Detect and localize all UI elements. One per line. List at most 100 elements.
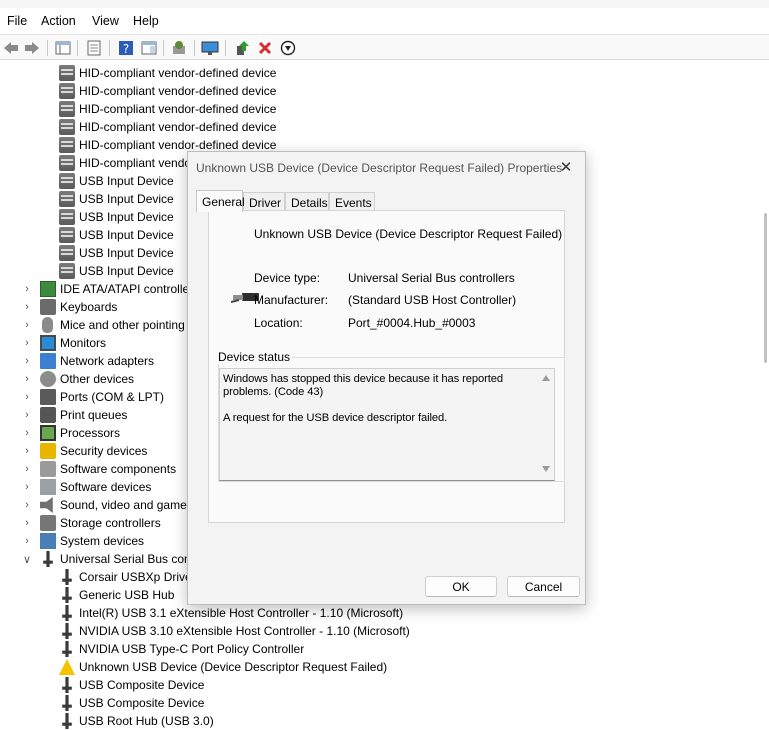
- chevron-right-icon[interactable]: ›: [22, 532, 32, 550]
- chevron-right-icon[interactable]: ›: [22, 514, 32, 532]
- menu-view[interactable]: View: [92, 14, 119, 28]
- usb-icon: [62, 569, 72, 585]
- ok-button[interactable]: OK: [425, 576, 497, 597]
- tree-item-hid-device[interactable]: USB Input Device: [59, 262, 174, 280]
- tree-item-hid-device[interactable]: HID-compliant vendor-defined device: [59, 100, 276, 118]
- tree-category-other-devices[interactable]: › Other devices: [25, 370, 134, 388]
- tree-item-label: HID-compliant vendor-defined device: [79, 120, 277, 134]
- tree-item-usb-device[interactable]: USB Root Hub (USB 3.0): [59, 712, 214, 730]
- toolbar-separator: [109, 40, 110, 56]
- scroll-up-icon[interactable]: [542, 375, 550, 381]
- back-icon[interactable]: [2, 39, 20, 57]
- tab-general[interactable]: General: [196, 190, 245, 212]
- print-queues-icon: [40, 407, 56, 423]
- action-pane-icon[interactable]: [140, 39, 158, 57]
- status-scrollbar[interactable]: [539, 370, 553, 479]
- menu-help[interactable]: Help: [133, 14, 159, 28]
- tree-category-system-devices[interactable]: › System devices: [25, 532, 144, 550]
- toolbar-separator: [163, 40, 164, 56]
- tree-item-hid-device[interactable]: HID-compliant vendor-defined device: [59, 64, 276, 82]
- monitor-icon[interactable]: [201, 39, 219, 57]
- tree-item-usb-device[interactable]: Intel(R) USB 3.1 eXtensible Host Control…: [59, 604, 403, 622]
- chevron-right-icon[interactable]: ›: [22, 442, 32, 460]
- close-icon[interactable]: ✕: [555, 157, 577, 177]
- device-status-label: Device status: [216, 350, 293, 364]
- show-hide-tree-icon[interactable]: [54, 39, 72, 57]
- hid-device-icon: [59, 119, 75, 135]
- tab-events[interactable]: Events: [329, 192, 375, 212]
- usb-icon: [62, 623, 72, 639]
- chevron-right-icon[interactable]: ›: [22, 334, 32, 352]
- device-type-value: Universal Serial Bus controllers: [348, 271, 515, 285]
- chevron-right-icon[interactable]: ›: [22, 406, 32, 424]
- forward-icon[interactable]: [23, 39, 41, 57]
- tree-scrollbar[interactable]: [760, 61, 769, 718]
- properties-icon[interactable]: [85, 39, 103, 57]
- scan-hardware-icon[interactable]: [170, 39, 188, 57]
- chevron-right-icon[interactable]: ›: [22, 370, 32, 388]
- hid-device-icon: [59, 245, 75, 261]
- tree-item-hid-device[interactable]: HID-compliant vendor-defined device: [59, 118, 276, 136]
- tree-item-label: USB Input Device: [79, 228, 174, 242]
- chevron-right-icon[interactable]: ›: [22, 316, 32, 334]
- status-message-code: Windows has stopped this device because …: [223, 373, 503, 398]
- tab-details[interactable]: Details: [285, 192, 329, 212]
- tree-item-usb-device[interactable]: Generic USB Hub: [59, 586, 174, 604]
- tree-item-hid-device[interactable]: USB Input Device: [59, 226, 174, 244]
- tree-category-processors[interactable]: › Processors: [25, 424, 120, 442]
- tree-item-hid-device[interactable]: USB Input Device: [59, 208, 174, 226]
- ide-icon: [40, 281, 56, 297]
- chevron-right-icon[interactable]: ›: [22, 388, 32, 406]
- tree-category-storage-controllers[interactable]: › Storage controllers: [25, 514, 161, 532]
- update-driver-icon[interactable]: [233, 39, 251, 57]
- tree-category-ide[interactable]: › IDE ATA/ATAPI controllers: [25, 280, 199, 298]
- device-status-textbox[interactable]: Windows has stopped this device because …: [219, 368, 555, 481]
- tree-item-usb-device[interactable]: USB Composite Device: [59, 694, 204, 712]
- tree-item-hid-device[interactable]: USB Input Device: [59, 244, 174, 262]
- tree-item-hid-device[interactable]: USB Input Device: [59, 172, 174, 190]
- chevron-down-icon[interactable]: ∨: [22, 550, 32, 568]
- chevron-right-icon[interactable]: ›: [22, 280, 32, 298]
- chevron-right-icon[interactable]: ›: [22, 424, 32, 442]
- uninstall-icon[interactable]: [256, 39, 274, 57]
- tree-category-keyboards[interactable]: › Keyboards: [25, 298, 117, 316]
- tree-item-hid-device[interactable]: USB Input Device: [59, 190, 174, 208]
- tree-item-usb-device[interactable]: NVIDIA USB Type-C Port Policy Controller: [59, 640, 304, 658]
- disable-icon[interactable]: [279, 39, 297, 57]
- tree-category-software-devices[interactable]: › Software devices: [25, 478, 151, 496]
- tree-scroll-thumb[interactable]: [764, 213, 767, 363]
- hid-device-icon: [59, 137, 75, 153]
- chevron-right-icon[interactable]: ›: [22, 496, 32, 514]
- hid-device-icon: [59, 263, 75, 279]
- tree-item-usb-device[interactable]: NVIDIA USB 3.10 eXtensible Host Controll…: [59, 622, 410, 640]
- tree-item-label: HID-compliant vendor-defined device: [79, 84, 277, 98]
- chevron-right-icon[interactable]: ›: [22, 460, 32, 478]
- tree-item-label: USB Input Device: [79, 192, 174, 206]
- tree-category-security-devices[interactable]: › Security devices: [25, 442, 147, 460]
- tree-category-print-queues[interactable]: › Print queues: [25, 406, 127, 424]
- chevron-right-icon[interactable]: ›: [22, 478, 32, 496]
- tree-category-monitors[interactable]: › Monitors: [25, 334, 106, 352]
- menu-action[interactable]: Action: [41, 14, 76, 28]
- tree-category-network-adapters[interactable]: › Network adapters: [25, 352, 154, 370]
- help-icon[interactable]: ?: [117, 39, 135, 57]
- usb-icon: [62, 587, 72, 603]
- software-components-icon: [40, 461, 56, 477]
- scroll-down-icon[interactable]: [542, 466, 550, 472]
- cancel-button[interactable]: Cancel: [507, 576, 580, 597]
- chevron-right-icon[interactable]: ›: [22, 298, 32, 316]
- tree-item-hid-device[interactable]: HID-compliant vendor-defined device: [59, 82, 276, 100]
- manufacturer-label: Manufacturer:: [254, 293, 329, 307]
- usb-controllers-icon: [43, 551, 53, 567]
- chevron-right-icon[interactable]: ›: [22, 352, 32, 370]
- tree-item-label: USB Composite Device: [79, 696, 205, 710]
- tree-item-usb-device[interactable]: Unknown USB Device (Device Descriptor Re…: [59, 658, 387, 676]
- general-tab-panel: Unknown USB Device (Device Descriptor Re…: [208, 210, 565, 523]
- tab-driver[interactable]: Driver: [243, 192, 285, 212]
- tree-category-software-components[interactable]: › Software components: [25, 460, 176, 478]
- menu-file[interactable]: File: [7, 14, 27, 28]
- tree-item-usb-device[interactable]: Corsair USBXp Driver: [59, 568, 196, 586]
- tree-item-usb-device[interactable]: USB Composite Device: [59, 676, 204, 694]
- tree-category-ports[interactable]: › Ports (COM & LPT): [25, 388, 164, 406]
- hid-device-icon: [59, 83, 75, 99]
